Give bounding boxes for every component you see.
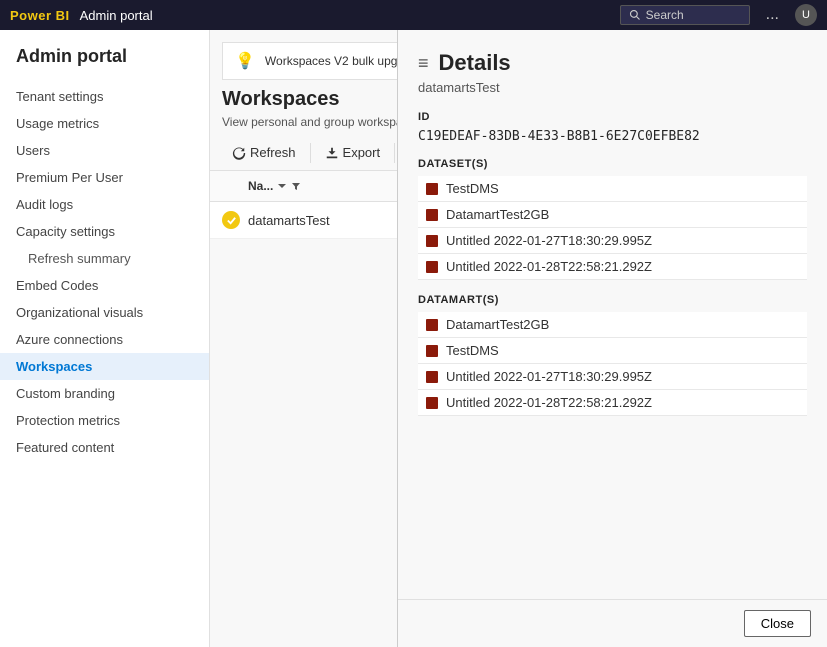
dataset-name: DatamartTest2GB bbox=[446, 207, 549, 222]
list-item: Untitled 2022-01-28T22:58:21.292Z bbox=[418, 390, 807, 416]
content-area: 💡 Workspaces V2 bulk upgrade is now ava.… bbox=[210, 30, 827, 647]
details-id-value: C19EDEAF-83DB-4E33-B8B1-6E27C0EFBE82 bbox=[418, 129, 807, 144]
list-item: Untitled 2022-01-27T18:30:29.995Z bbox=[418, 228, 807, 254]
sidebar-item-users[interactable]: Users bbox=[0, 137, 209, 164]
banner-icon: 💡 bbox=[235, 51, 255, 71]
datamart-name: DatamartTest2GB bbox=[446, 317, 549, 332]
sidebar-item-azure-connections[interactable]: Azure connections bbox=[0, 326, 209, 353]
sidebar-item-protection-metrics[interactable]: Protection metrics bbox=[0, 407, 209, 434]
refresh-button[interactable]: Refresh bbox=[222, 141, 306, 164]
dataset-icon bbox=[426, 209, 438, 221]
sidebar-item-custom-branding[interactable]: Custom branding bbox=[0, 380, 209, 407]
datamart-name: Untitled 2022-01-27T18:30:29.995Z bbox=[446, 369, 652, 384]
sidebar-item-capacity-settings[interactable]: Capacity settings bbox=[0, 218, 209, 245]
details-panel: ≡ Details datamartsTest ID C19EDEAF-83DB… bbox=[397, 30, 827, 647]
details-title: Details bbox=[439, 50, 511, 76]
details-footer: Close bbox=[398, 599, 827, 647]
datamart-icon bbox=[426, 345, 438, 357]
datamart-icon bbox=[426, 397, 438, 409]
sort-icon[interactable] bbox=[277, 181, 287, 191]
sidebar-item-tenant-settings[interactable]: Tenant settings bbox=[0, 83, 209, 110]
toolbar-separator-2 bbox=[394, 143, 395, 163]
close-button[interactable]: Close bbox=[744, 610, 811, 637]
datamart-name: TestDMS bbox=[446, 343, 499, 358]
dataset-icon bbox=[426, 235, 438, 247]
list-item: Untitled 2022-01-28T22:58:21.292Z bbox=[418, 254, 807, 280]
sidebar-item-featured-content[interactable]: Featured content bbox=[0, 434, 209, 461]
dataset-name: Untitled 2022-01-27T18:30:29.995Z bbox=[446, 233, 652, 248]
row-status-icon bbox=[222, 211, 240, 229]
search-label: Search bbox=[646, 8, 684, 22]
topbar-title: Admin portal bbox=[80, 8, 153, 23]
datamart-name: Untitled 2022-01-28T22:58:21.292Z bbox=[446, 395, 652, 410]
list-item: Untitled 2022-01-27T18:30:29.995Z bbox=[418, 364, 807, 390]
powerbi-logo: Power BI bbox=[10, 8, 70, 23]
details-title-row: ≡ Details bbox=[418, 50, 807, 76]
export-icon bbox=[325, 146, 339, 160]
dataset-name: Untitled 2022-01-28T22:58:21.292Z bbox=[446, 259, 652, 274]
details-id-label: ID bbox=[418, 111, 807, 123]
sidebar-item-organizational-visuals[interactable]: Organizational visuals bbox=[0, 299, 209, 326]
topbar: Power BI Admin portal Search ... U bbox=[0, 0, 827, 30]
refresh-icon bbox=[232, 146, 246, 160]
list-item: TestDMS bbox=[418, 176, 807, 202]
header-icon-spacer bbox=[222, 177, 240, 195]
details-inner: ≡ Details datamartsTest ID C19EDEAF-83DB… bbox=[398, 30, 827, 599]
search-box[interactable]: Search bbox=[620, 5, 750, 25]
dataset-icon bbox=[426, 261, 438, 273]
sidebar-item-refresh-summary[interactable]: Refresh summary bbox=[0, 245, 209, 272]
details-datasets-label: DATASET(S) bbox=[418, 158, 807, 170]
dataset-name: TestDMS bbox=[446, 181, 499, 196]
check-icon bbox=[226, 215, 237, 226]
details-subtitle: datamartsTest bbox=[418, 80, 807, 95]
avatar[interactable]: U bbox=[795, 4, 817, 26]
sidebar-item-embed-codes[interactable]: Embed Codes bbox=[0, 272, 209, 299]
search-icon bbox=[629, 9, 641, 21]
sidebar: Admin portal Tenant settings Usage metri… bbox=[0, 30, 210, 647]
sidebar-item-usage-metrics[interactable]: Usage metrics bbox=[0, 110, 209, 137]
details-datamarts-label: DATAMART(S) bbox=[418, 294, 807, 306]
main-container: Admin portal Tenant settings Usage metri… bbox=[0, 30, 827, 647]
toolbar-separator bbox=[310, 143, 311, 163]
dataset-icon bbox=[426, 183, 438, 195]
sidebar-item-premium-per-user[interactable]: Premium Per User bbox=[0, 164, 209, 191]
sidebar-header: Admin portal bbox=[0, 46, 209, 83]
list-item: TestDMS bbox=[418, 338, 807, 364]
sidebar-item-workspaces[interactable]: Workspaces bbox=[0, 353, 209, 380]
datamart-icon bbox=[426, 319, 438, 331]
more-options-button[interactable]: ... bbox=[760, 6, 785, 24]
datamart-icon bbox=[426, 371, 438, 383]
filter-icon[interactable] bbox=[291, 181, 301, 191]
list-item: DatamartTest2GB bbox=[418, 312, 807, 338]
details-list-icon: ≡ bbox=[418, 53, 429, 74]
export-button[interactable]: Export bbox=[315, 141, 391, 164]
sidebar-item-audit-logs[interactable]: Audit logs bbox=[0, 191, 209, 218]
list-item: DatamartTest2GB bbox=[418, 202, 807, 228]
